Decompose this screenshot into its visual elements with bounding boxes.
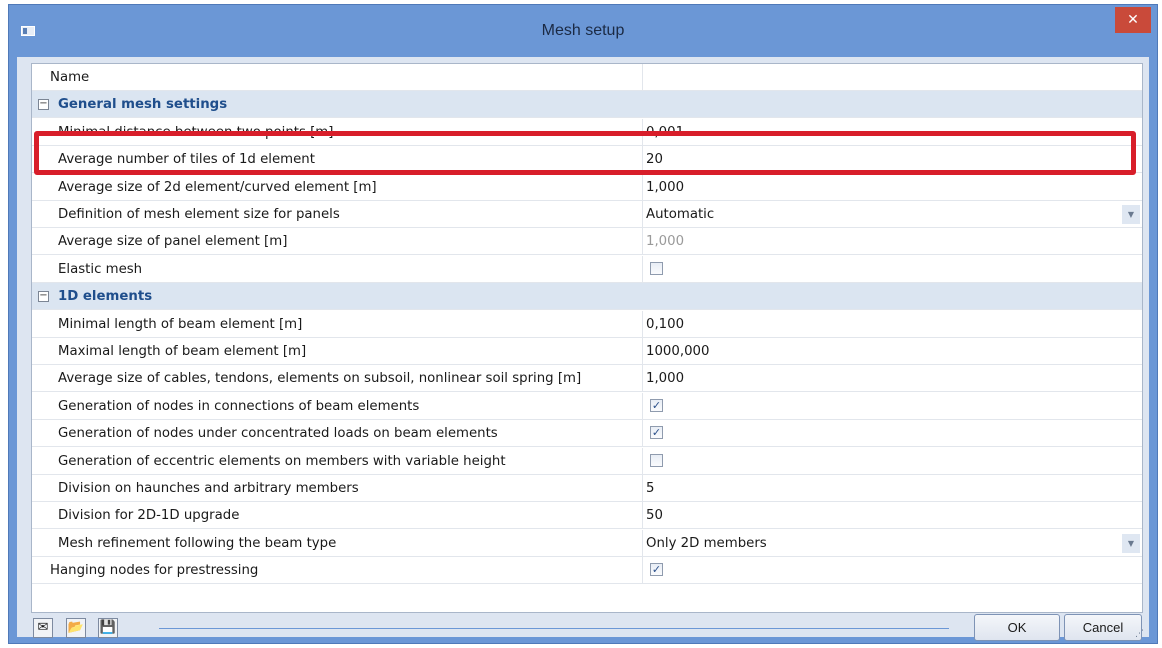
property-row[interactable]: Average size of panel element [m] 1,000	[32, 228, 1142, 256]
dialog-body: Name − General mesh settings Minimal distan…	[17, 57, 1149, 641]
property-row[interactable]: Average number of tiles of 1d element 20	[32, 146, 1142, 174]
column-separator	[642, 310, 643, 337]
group-header[interactable]: −1D elements	[32, 283, 1142, 311]
footer-divider	[159, 628, 949, 629]
mesh-setup-window: Mesh setup ✕ Name − General mesh settings M…	[8, 4, 1158, 644]
property-label: Generation of nodes under concentrated l…	[58, 426, 498, 442]
column-separator	[642, 255, 643, 282]
property-grid: Name − General mesh settings Minimal distan…	[31, 63, 1143, 613]
property-value[interactable]: 1,000	[646, 234, 684, 249]
property-row[interactable]: Definition of mesh element size for pane…	[32, 201, 1142, 228]
property-label: Average size of 2d element/curved elemen…	[58, 179, 377, 195]
property-label: Generation of eccentric elements on memb…	[58, 453, 506, 469]
property-row[interactable]: Maximal length of beam element [m] 1000,0…	[32, 338, 1142, 365]
column-separator	[642, 64, 643, 90]
property-row[interactable]: Generation of eccentric elements on memb…	[32, 447, 1142, 475]
property-label: Hanging nodes for prestressing	[50, 563, 259, 579]
column-separator	[642, 502, 643, 529]
property-value[interactable]: 0,001	[646, 125, 684, 140]
property-label: Elastic mesh	[58, 261, 143, 277]
open-folder-icon[interactable]: 📂	[66, 618, 86, 638]
property-row[interactable]: Minimal length of beam element [m] 0,100	[32, 310, 1142, 338]
property-value[interactable]: 50	[646, 508, 663, 523]
column-separator	[642, 338, 643, 364]
property-row[interactable]: Name	[32, 64, 1142, 91]
property-checkbox[interactable]	[650, 453, 663, 467]
save-icon[interactable]: 💾	[98, 618, 118, 638]
window-title: Mesh setup	[541, 22, 625, 39]
property-label: Average size of cables, tendons, element…	[58, 371, 582, 387]
column-separator	[642, 475, 643, 501]
property-value[interactable]: 1000,000	[646, 344, 709, 359]
close-button[interactable]: ✕	[1115, 7, 1151, 33]
property-label: Minimal distance between two points [m]	[58, 124, 334, 140]
collapse-icon[interactable]: −	[38, 99, 49, 111]
property-value[interactable]: 0,100	[646, 317, 684, 332]
ok-button[interactable]: OK	[974, 614, 1060, 641]
column-separator	[642, 118, 643, 145]
property-checkbox[interactable]: ✓	[650, 426, 663, 440]
collapse-icon[interactable]: −	[38, 291, 49, 303]
chevron-down-icon[interactable]: ▼	[1122, 533, 1140, 553]
property-row[interactable]: Hanging nodes for prestressing ✓	[32, 557, 1142, 585]
column-separator	[642, 146, 643, 173]
column-separator	[642, 201, 643, 227]
property-row[interactable]: Division on haunches and arbitrary membe…	[32, 475, 1142, 502]
dialog-footer: ✉ 📂 💾 OK Cancel ⋰	[17, 613, 1149, 641]
property-checkbox[interactable]: ✓	[650, 398, 663, 412]
property-row[interactable]: Generation of nodes in connections of be…	[32, 392, 1142, 420]
resize-grip[interactable]: ⋰	[1135, 629, 1147, 641]
property-label: Division for 2D-1D upgrade	[58, 508, 240, 524]
column-separator	[642, 447, 643, 474]
property-row[interactable]: Average size of 2d element/curved elemen…	[32, 173, 1142, 201]
property-checkbox[interactable]	[650, 261, 663, 275]
property-value[interactable]: 5	[646, 481, 654, 496]
property-value[interactable]: 1,000	[646, 180, 684, 195]
cancel-button[interactable]: Cancel	[1064, 614, 1142, 641]
property-label: Division on haunches and arbitrary membe…	[58, 481, 359, 496]
property-row[interactable]: Mesh refinement following the beam type O…	[32, 529, 1142, 557]
column-separator	[642, 529, 643, 556]
group-header[interactable]: − General mesh settings	[32, 91, 1142, 119]
column-separator	[642, 365, 643, 392]
property-label: Minimal length of beam element [m]	[58, 316, 303, 332]
property-row[interactable]: Minimal distance between two points [m] 0…	[32, 118, 1142, 146]
open-template-icon[interactable]: ✉	[33, 618, 53, 638]
property-row[interactable]: Division for 2D-1D upgrade 50	[32, 502, 1142, 530]
property-value[interactable]: 20	[646, 152, 663, 167]
property-row[interactable]: Average size of cables, tendons, element…	[32, 365, 1142, 393]
column-separator	[642, 392, 643, 419]
property-row[interactable]: Generation of nodes under concentrated l…	[32, 420, 1142, 448]
property-checkbox[interactable]: ✓	[650, 563, 663, 577]
chevron-down-icon[interactable]: ▼	[1122, 205, 1140, 224]
property-value[interactable]: 1,000	[646, 371, 684, 386]
column-separator	[642, 228, 643, 255]
property-value[interactable]: Automatic	[646, 207, 714, 222]
group-title: 1D elements	[58, 289, 153, 305]
property-label: Mesh refinement following the beam type	[58, 535, 337, 551]
property-label: Generation of nodes in connections of be…	[58, 398, 420, 414]
property-label: Definition of mesh element size for pane…	[58, 207, 340, 222]
property-label: Average size of panel element [m]	[58, 234, 288, 250]
column-separator	[642, 173, 643, 200]
property-row[interactable]: Elastic mesh	[32, 255, 1142, 283]
title-bar[interactable]: Mesh setup ✕	[9, 5, 1157, 57]
property-label: Maximal length of beam element [m]	[58, 344, 307, 359]
column-separator	[642, 420, 643, 447]
property-value[interactable]: Only 2D members	[646, 536, 767, 551]
column-separator	[642, 557, 643, 584]
property-label: Average number of tiles of 1d element	[58, 152, 315, 168]
group-title: General mesh settings	[58, 97, 228, 113]
property-label: Name	[50, 70, 90, 85]
